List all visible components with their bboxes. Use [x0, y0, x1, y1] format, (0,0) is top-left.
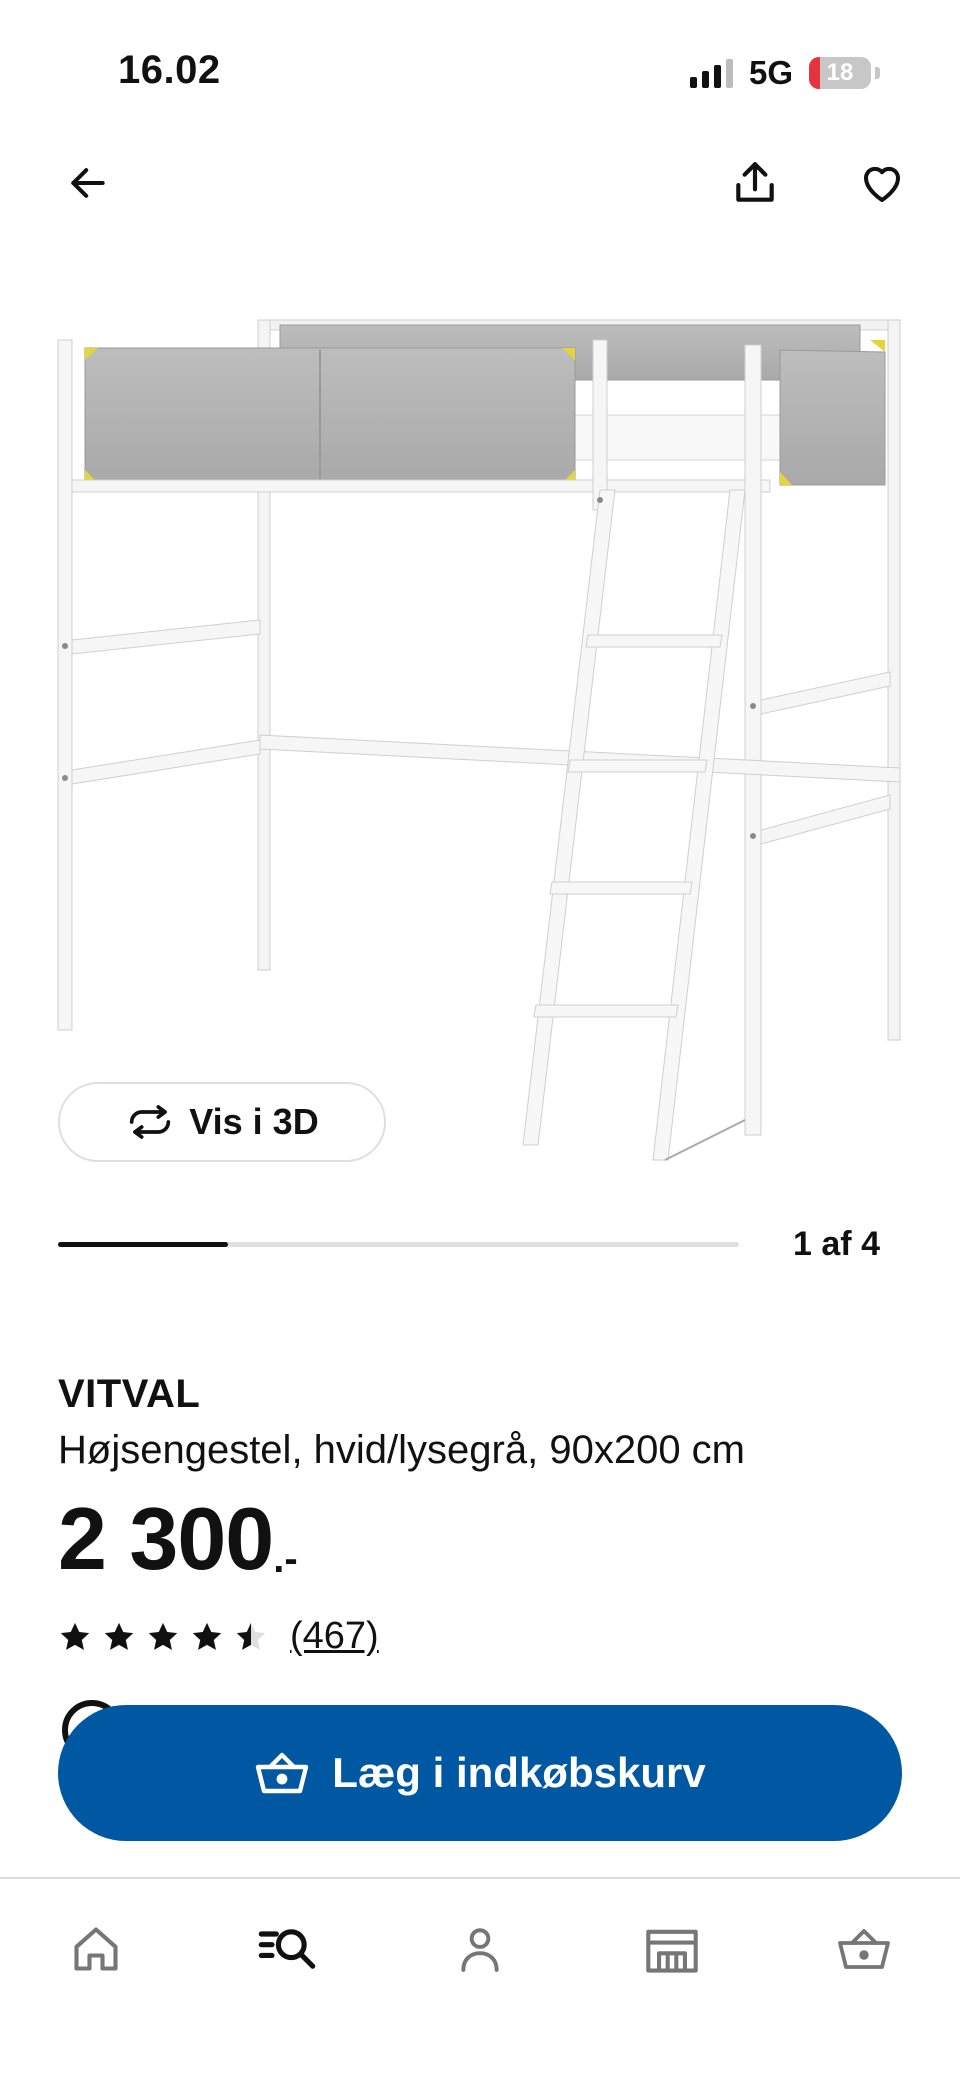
rating-stars [58, 1620, 268, 1654]
signal-icon [689, 58, 733, 88]
view-3d-button[interactable]: Vis i 3D [58, 1082, 386, 1162]
nav-home[interactable] [56, 1909, 136, 1989]
product-rating[interactable]: (467) [58, 1615, 379, 1658]
star-icon [148, 1622, 178, 1650]
star-icon [236, 1622, 266, 1650]
price-value: 2 300 [58, 1489, 274, 1588]
share-button[interactable] [720, 148, 790, 218]
star-icon [60, 1622, 90, 1650]
heart-icon [863, 166, 901, 202]
add-to-cart-button[interactable]: Læg i indkøbskurv [58, 1705, 902, 1841]
price-suffix: .- [273, 1537, 298, 1581]
product-price: 2 300 .- [58, 1495, 298, 1583]
battery-icon: 18 [809, 57, 871, 89]
arrow-left-icon [71, 168, 105, 198]
review-count-link[interactable]: (467) [290, 1615, 379, 1658]
product-description: Højsengestel, hvid/lysegrå, 90x200 cm [58, 1428, 745, 1472]
carousel-progress [58, 1242, 739, 1247]
nav-search[interactable] [247, 1909, 327, 1989]
rotate-3d-icon [130, 1105, 171, 1139]
star-icon [104, 1622, 134, 1650]
star-icon [192, 1622, 222, 1650]
carousel-progress-fill [58, 1242, 229, 1247]
add-to-cart-label: Læg i indkøbskurv [332, 1749, 706, 1796]
battery-percentage: 18 [826, 59, 854, 86]
home-icon [74, 1927, 118, 1971]
basket-icon [256, 1752, 309, 1794]
status-indicators: 5G 18 [689, 54, 880, 92]
nav-profile[interactable] [440, 1909, 520, 1989]
person-icon [461, 1928, 499, 1972]
share-icon [736, 162, 774, 202]
network-label: 5G [748, 54, 793, 91]
search-menu-icon [258, 1929, 316, 1969]
bottom-navigation [0, 1877, 960, 2081]
product-name: VITVAL [58, 1372, 201, 1416]
battery-fill [809, 57, 821, 89]
basket-icon [838, 1929, 890, 1969]
view-3d-label: Vis i 3D [189, 1101, 319, 1142]
battery-cap [875, 67, 880, 79]
store-icon [646, 1929, 698, 1973]
status-time: 16.02 [118, 48, 221, 92]
status-bar: 16.02 5G 18 [0, 0, 960, 130]
nav-stores[interactable] [632, 1909, 712, 1989]
product-image[interactable] [40, 290, 920, 1190]
nav-basket[interactable] [824, 1909, 904, 1989]
back-button[interactable] [53, 148, 123, 218]
favorite-button[interactable] [847, 148, 917, 218]
image-counter: 1 af 4 [793, 1225, 880, 1263]
